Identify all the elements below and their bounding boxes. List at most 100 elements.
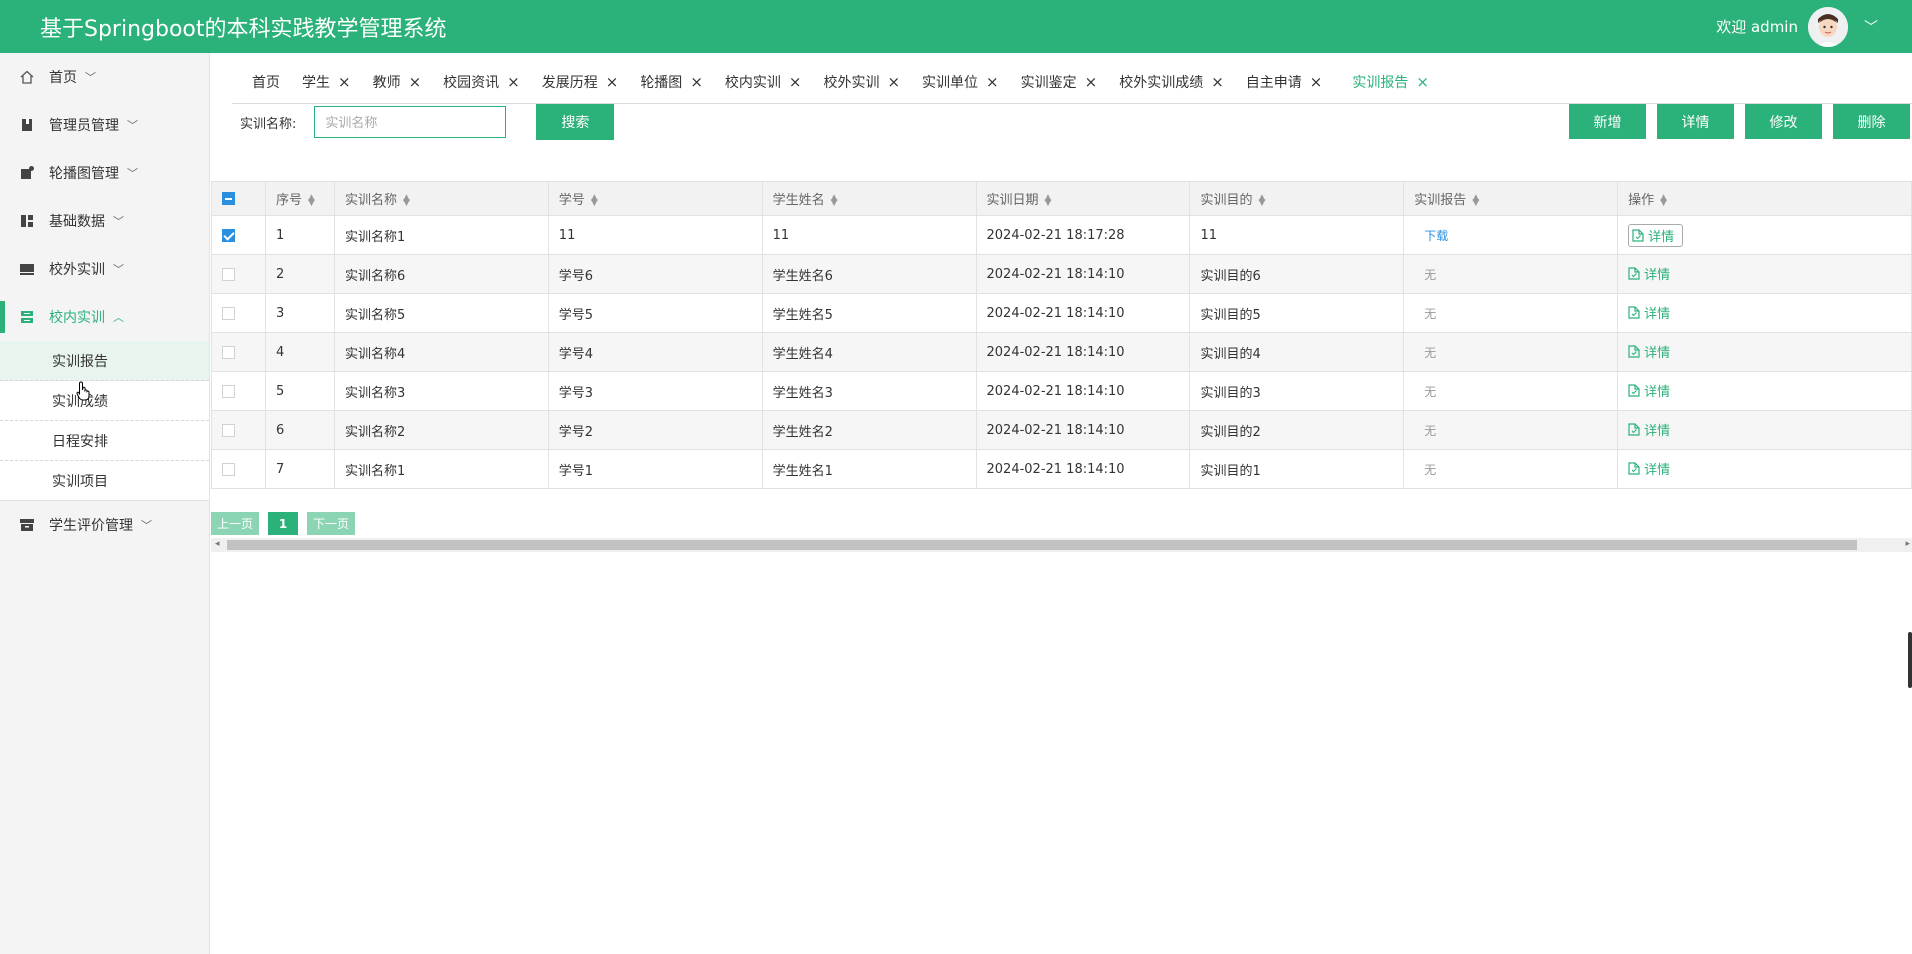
close-icon[interactable]: × — [887, 73, 900, 91]
horizontal-scrollbar[interactable]: ◂ ▸ — [211, 538, 1912, 552]
table-row[interactable]: 1 实训名称1 11 11 2024-02-21 18:17:28 11 下载 … — [211, 215, 1912, 255]
sort-icon[interactable]: ▲ ▼ — [1258, 193, 1265, 207]
tab-history[interactable]: 发展历程 × — [542, 72, 619, 92]
sort-icon[interactable]: ▲ ▼ — [1045, 193, 1052, 207]
search-input[interactable] — [314, 106, 507, 138]
column-header[interactable]: 操作 ▲ ▼ — [1617, 181, 1912, 216]
sidebar-subitem-report[interactable]: 实训报告 — [0, 341, 209, 381]
chevron-down-icon[interactable]: ﹀ — [1864, 17, 1878, 37]
sidebar-item-external-training[interactable]: 校外实训 ﹀ — [0, 245, 209, 293]
tab-carousel[interactable]: 轮播图 × — [640, 72, 703, 92]
row-checkbox[interactable] — [222, 423, 235, 437]
row-select-cell[interactable] — [211, 215, 266, 255]
select-all-cell[interactable] — [211, 181, 266, 216]
tab-home[interactable]: 首页 — [252, 72, 280, 92]
row-select-cell[interactable] — [211, 254, 266, 294]
report-none-text: 无 — [1424, 306, 1437, 321]
row-select-cell[interactable] — [211, 449, 266, 489]
table-row[interactable]: 6 实训名称2 学号2 学生姓名2 2024-02-21 18:14:10 实训… — [211, 410, 1912, 450]
row-checkbox[interactable] — [222, 267, 235, 281]
column-header[interactable]: 实训名称 ▲ ▼ — [333, 181, 549, 216]
tab-news[interactable]: 校园资讯 × — [443, 72, 520, 92]
scrollbar-thumb[interactable] — [227, 540, 1857, 550]
edit-button[interactable]: 修改 — [1745, 104, 1822, 139]
row-checkbox[interactable] — [222, 384, 235, 398]
sidebar-item-home[interactable]: 首页 ﹀ — [0, 53, 209, 101]
row-checkbox[interactable] — [222, 228, 235, 242]
delete-button[interactable]: 删除 — [1833, 104, 1910, 139]
row-select-cell[interactable] — [211, 332, 266, 372]
row-select-cell[interactable] — [211, 371, 266, 411]
row-checkbox[interactable] — [222, 462, 235, 476]
sort-icon[interactable]: ▲ ▼ — [308, 193, 315, 207]
tab-self-application[interactable]: 自主申请 × — [1246, 72, 1323, 92]
row-select-cell[interactable] — [211, 293, 266, 333]
prev-page-button[interactable]: 上一页 — [211, 512, 259, 535]
close-icon[interactable]: × — [986, 73, 999, 91]
tab-appraisal[interactable]: 实训鉴定 × — [1021, 72, 1098, 92]
close-icon[interactable]: × — [690, 73, 703, 91]
close-icon[interactable]: × — [1310, 73, 1323, 91]
sidebar-subitem-schedule[interactable]: 日程安排 — [0, 421, 209, 461]
detail-link[interactable]: 详情 — [1628, 223, 1684, 247]
detail-link[interactable]: 详情 — [1628, 459, 1670, 478]
download-link[interactable]: 下载 — [1414, 229, 1448, 243]
sidebar-item-basic-data[interactable]: 基础数据 ﹀ — [0, 197, 209, 245]
search-button[interactable]: 搜索 — [536, 104, 615, 140]
row-checkbox[interactable] — [222, 345, 235, 359]
user-menu[interactable]: 欢迎 admin ﹀ — [1716, 0, 1878, 53]
close-icon[interactable]: × — [1416, 73, 1429, 91]
table-row[interactable]: 3 实训名称5 学号5 学生姓名5 2024-02-21 18:14:10 实训… — [211, 293, 1912, 333]
detail-link[interactable]: 详情 — [1628, 342, 1670, 361]
table-row[interactable]: 7 实训名称1 学号1 学生姓名1 2024-02-21 18:14:10 实训… — [211, 449, 1912, 489]
tab-teacher[interactable]: 教师 × — [373, 72, 422, 92]
add-button[interactable]: 新增 — [1569, 104, 1646, 139]
close-icon[interactable]: × — [507, 73, 520, 91]
sort-icon[interactable]: ▲ ▼ — [1472, 193, 1479, 207]
detail-link[interactable]: 详情 — [1628, 303, 1670, 322]
sort-icon[interactable]: ▲ ▼ — [403, 193, 410, 207]
tab-external-score[interactable]: 校外实训成绩 × — [1119, 72, 1224, 92]
table-row[interactable]: 2 实训名称6 学号6 学生姓名6 2024-02-21 18:14:10 实训… — [211, 254, 1912, 294]
sidebar-subitem-score[interactable]: 实训成绩 — [0, 381, 209, 421]
column-header[interactable]: 学号 ▲ ▼ — [547, 181, 763, 216]
scroll-right-icon[interactable]: ▸ — [1905, 539, 1910, 549]
sidebar-item-student-evaluation[interactable]: 学生评价管理 ﹀ — [0, 501, 209, 549]
scroll-left-icon[interactable]: ◂ — [215, 539, 220, 549]
next-page-button[interactable]: 下一页 — [307, 512, 355, 535]
sidebar-subitem-project[interactable]: 实训项目 — [0, 461, 209, 501]
column-header[interactable]: 实训报告 ▲ ▼ — [1403, 181, 1619, 216]
sidebar-item-admin[interactable]: 管理员管理 ﹀ — [0, 101, 209, 149]
row-checkbox[interactable] — [222, 306, 235, 320]
detail-link[interactable]: 详情 — [1628, 264, 1670, 283]
close-icon[interactable]: × — [1211, 73, 1224, 91]
column-header[interactable]: 序号 ▲ ▼ — [264, 181, 335, 216]
tab-training-unit[interactable]: 实训单位 × — [922, 72, 999, 92]
detail-link[interactable]: 详情 — [1628, 420, 1670, 439]
sort-icon[interactable]: ▲ ▼ — [831, 193, 838, 207]
detail-button[interactable]: 详情 — [1657, 104, 1734, 139]
page-number-button[interactable]: 1 — [268, 512, 298, 535]
close-icon[interactable]: × — [338, 73, 351, 91]
column-header[interactable]: 实训目的 ▲ ▼ — [1189, 181, 1405, 216]
close-icon[interactable]: × — [409, 73, 422, 91]
sidebar-item-internal-training[interactable]: 校内实训 ︿ — [0, 293, 209, 341]
detail-link[interactable]: 详情 — [1628, 381, 1670, 400]
close-icon[interactable]: × — [606, 73, 619, 91]
tab-external-training[interactable]: 校外实训 × — [823, 72, 900, 92]
table-row[interactable]: 4 实训名称4 学号4 学生姓名4 2024-02-21 18:14:10 实训… — [211, 332, 1912, 372]
avatar[interactable] — [1808, 6, 1848, 47]
close-icon[interactable]: × — [1085, 73, 1098, 91]
select-all-checkbox[interactable] — [222, 192, 235, 205]
sort-icon[interactable]: ▲ ▼ — [591, 193, 598, 207]
tab-training-report[interactable]: 实训报告 × — [1352, 72, 1429, 92]
close-icon[interactable]: × — [789, 73, 802, 91]
tab-student[interactable]: 学生 × — [302, 72, 351, 92]
column-header[interactable]: 实训日期 ▲ ▼ — [975, 181, 1191, 216]
tab-internal-training[interactable]: 校内实训 × — [725, 72, 802, 92]
row-select-cell[interactable] — [211, 410, 266, 450]
sidebar-item-carousel[interactable]: 轮播图管理 ﹀ — [0, 149, 209, 197]
table-row[interactable]: 5 实训名称3 学号3 学生姓名3 2024-02-21 18:14:10 实训… — [211, 371, 1912, 411]
column-header[interactable]: 学生姓名 ▲ ▼ — [761, 181, 977, 216]
sort-icon[interactable]: ▲ ▼ — [1660, 193, 1667, 207]
